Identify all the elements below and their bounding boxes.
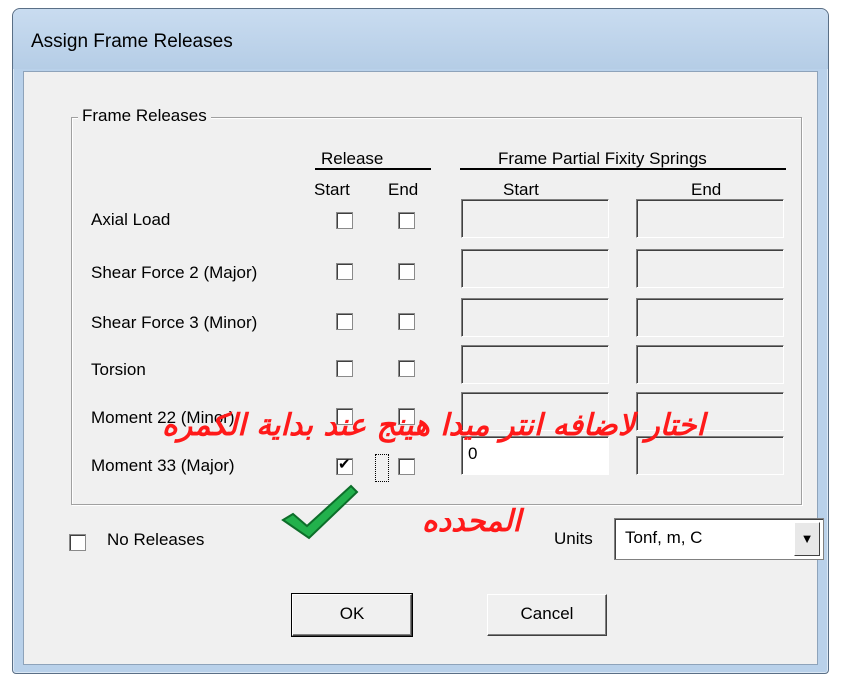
release-start-checkbox[interactable] xyxy=(336,263,353,280)
release-header-underline xyxy=(315,168,431,170)
row-label-axial-load: Axial Load xyxy=(91,210,171,229)
spring-end-header: End xyxy=(691,180,722,199)
green-checkmark-icon xyxy=(281,484,359,540)
title-bar[interactable]: Assign Frame Releases xyxy=(13,9,828,69)
spring-start-field[interactable] xyxy=(461,199,609,238)
cancel-button[interactable]: Cancel xyxy=(487,594,607,636)
release-end-header: End xyxy=(388,180,419,199)
focus-rectangle xyxy=(375,454,389,482)
ok-button[interactable]: OK xyxy=(291,593,413,637)
units-select[interactable]: Tonf, m, C ▼ xyxy=(614,518,824,560)
release-start-header: Start xyxy=(314,180,350,199)
row-label-shear-force-2: Shear Force 2 (Major) xyxy=(91,263,258,282)
no-releases-checkbox[interactable] xyxy=(69,534,86,551)
spring-start-header: Start xyxy=(503,180,539,199)
release-header: Release xyxy=(321,149,384,168)
spring-end-field[interactable] xyxy=(636,298,784,337)
spring-start-field[interactable] xyxy=(461,298,609,337)
release-end-checkbox[interactable] xyxy=(398,360,415,377)
release-end-checkbox[interactable] xyxy=(398,263,415,280)
release-start-checkbox[interactable] xyxy=(336,212,353,229)
spring-end-field[interactable] xyxy=(636,199,784,238)
window-title: Assign Frame Releases xyxy=(31,31,233,52)
annotation-line-2: المحدده xyxy=(422,504,522,539)
units-selected-value: Tonf, m, C xyxy=(625,528,703,547)
units-label: Units xyxy=(554,529,593,548)
no-releases-label: No Releases xyxy=(107,530,205,549)
dialog-window: Assign Frame Releases Frame Releases Rel… xyxy=(12,8,829,674)
release-end-checkbox[interactable] xyxy=(398,458,415,475)
release-end-checkbox[interactable] xyxy=(398,212,415,229)
row-label-shear-force-3: Shear Force 3 (Minor) xyxy=(91,313,258,332)
spring-end-field[interactable] xyxy=(636,345,784,384)
spring-start-field[interactable] xyxy=(461,345,609,384)
spring-start-field[interactable] xyxy=(461,249,609,288)
dropdown-arrow-icon[interactable]: ▼ xyxy=(794,522,820,556)
springs-header: Frame Partial Fixity Springs xyxy=(498,149,707,168)
release-start-checkbox[interactable] xyxy=(336,360,353,377)
annotation-line-1: اختار لاضافه انتر ميدا هينج عند بداية ال… xyxy=(162,408,705,443)
release-end-checkbox[interactable] xyxy=(398,313,415,330)
dialog-client-area: Frame Releases Release Frame Partial Fix… xyxy=(23,71,824,665)
row-label-torsion: Torsion xyxy=(91,360,146,379)
group-label: Frame Releases xyxy=(78,106,211,126)
release-start-checkbox[interactable] xyxy=(336,313,353,330)
springs-header-underline xyxy=(460,168,786,170)
row-label-moment-33: Moment 33 (Major) xyxy=(91,456,235,475)
spring-end-field[interactable] xyxy=(636,249,784,288)
release-start-checkbox[interactable] xyxy=(336,456,353,475)
